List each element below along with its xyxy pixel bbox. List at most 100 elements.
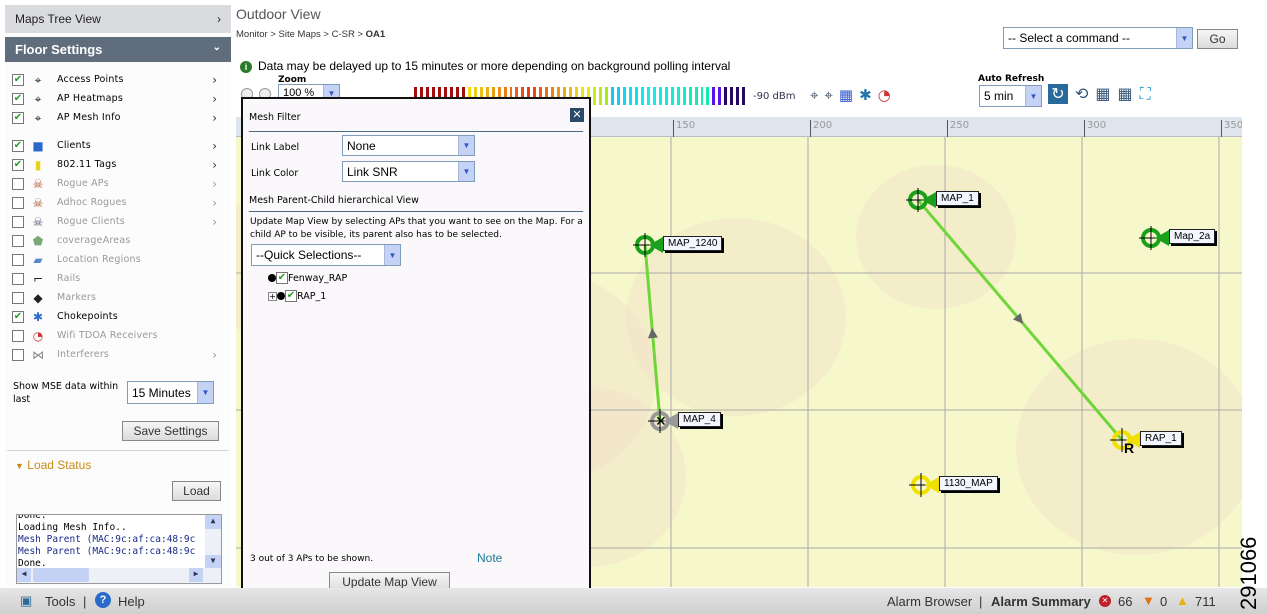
chevron-right-icon[interactable]: › <box>212 73 217 87</box>
layer-item[interactable]: ⌐ Rails <box>5 269 231 288</box>
layer-checkbox[interactable]: ✔ <box>12 73 24 86</box>
save-settings-button[interactable]: Save Settings <box>122 421 219 441</box>
close-icon[interactable]: ✕ <box>570 108 584 122</box>
auto-refresh-select[interactable]: 5 min ▼ <box>979 85 1042 107</box>
horizontal-scrollbar[interactable]: ◀ ▶ <box>17 568 221 583</box>
scroll-down-icon[interactable]: ▼ <box>205 555 221 569</box>
command-select[interactable]: -- Select a command -- ▼ <box>1003 27 1193 49</box>
layer-item[interactable]: ◔ Wifi TDOA Receivers <box>5 326 231 345</box>
expand-icon[interactable]: + <box>268 291 277 301</box>
layer-item[interactable]: ⬟ coverageAreas <box>5 231 231 250</box>
mse-select[interactable]: 15 Minutes ▼ <box>127 381 214 404</box>
vertical-scrollbar[interactable]: ▲ ▼ <box>205 515 221 569</box>
add-chokepoint-icon[interactable]: ✱ <box>859 86 872 104</box>
sync-icon[interactable]: ⟲ <box>1075 84 1088 104</box>
layer-item[interactable]: ⋈ Interferers › <box>5 345 231 364</box>
floor-settings-header[interactable]: Floor Settings ⌄ <box>5 37 231 62</box>
chevron-right-icon[interactable]: › <box>212 196 217 210</box>
layer-item[interactable]: ☠ Adhoc Rogues › <box>5 193 231 212</box>
scale-max-label: -90 dBm <box>753 91 796 102</box>
help-link[interactable]: Help <box>118 594 145 609</box>
layer-checkbox[interactable] <box>12 196 24 209</box>
chevron-right-icon[interactable]: › <box>212 92 217 106</box>
scroll-up-icon[interactable]: ▲ <box>205 515 221 529</box>
load-button[interactable]: Load <box>172 481 221 501</box>
breadcrumb-site-maps[interactable]: Site Maps <box>279 29 321 40</box>
load-status-toggle[interactable]: ▼ Load Status <box>15 458 91 472</box>
layer-checkbox[interactable]: ✔ <box>12 139 24 152</box>
tools-link[interactable]: Tools <box>45 594 75 609</box>
maps-tree-view-header[interactable]: Maps Tree View › <box>5 5 231 33</box>
layer-item[interactable]: ◆ Markers <box>5 288 231 307</box>
add-access-point-icon[interactable]: ⌖ <box>810 86 818 104</box>
ap-label[interactable]: MAP_4 <box>678 412 721 427</box>
add-tag-icon[interactable]: ⌖ <box>824 86 832 104</box>
chevron-right-icon[interactable]: › <box>212 139 217 153</box>
tree-checkbox[interactable]: ✔ <box>285 290 297 302</box>
layer-checkbox[interactable] <box>12 291 24 304</box>
layer-item[interactable]: ✔ ⌖ AP Heatmaps › <box>5 89 231 108</box>
add-grid-icon[interactable]: ▦ <box>839 86 853 104</box>
ap-label[interactable]: 1130_MAP <box>939 476 998 491</box>
chevron-right-icon[interactable]: › <box>212 348 217 362</box>
layer-item[interactable]: ✔ ■ Clients › <box>5 136 231 155</box>
layer-item[interactable]: ✔ ✱ Chokepoints <box>5 307 231 326</box>
link-label-select[interactable]: None ▼ <box>342 135 475 156</box>
scroll-left-icon[interactable]: ◀ <box>17 568 31 582</box>
major-count[interactable]: 0 <box>1160 594 1167 609</box>
scroll-right-icon[interactable]: ▶ <box>189 568 203 582</box>
chevron-right-icon: › <box>217 12 221 26</box>
scroll-thumb[interactable] <box>33 568 89 582</box>
layer-checkbox[interactable]: ✔ <box>12 111 24 124</box>
fullscreen-icon[interactable]: ⛶ <box>1140 84 1151 104</box>
load-log[interactable]: Done. Loading Mesh Info.. Mesh Parent (M… <box>16 514 222 584</box>
alarm-browser-link[interactable]: Alarm Browser <box>887 594 972 609</box>
divider <box>7 450 229 451</box>
breadcrumb-c-sr[interactable]: C-SR <box>332 29 355 40</box>
ap-label[interactable]: MAP_1 <box>936 191 979 206</box>
ap-label[interactable]: MAP_1240 <box>663 236 723 251</box>
layer-label: Rogue Clients <box>57 216 125 227</box>
map-mark: ✕ <box>655 414 667 430</box>
add-wifi-tdoa-icon[interactable]: ◔ <box>878 86 891 104</box>
critical-count[interactable]: 66 <box>1118 594 1132 609</box>
refresh-icon[interactable]: ↻ <box>1048 84 1068 104</box>
alarm-summary-link[interactable]: Alarm Summary <box>991 594 1091 609</box>
ap-label[interactable]: Map_2a <box>1169 229 1216 244</box>
layer-checkbox[interactable]: ✔ <box>12 92 24 105</box>
layer-item[interactable]: ▰ Location Regions <box>5 250 231 269</box>
layer-checkbox[interactable] <box>12 177 24 190</box>
layer-checkbox[interactable] <box>12 253 24 266</box>
grid-settings-icon[interactable]: ▦ <box>1118 84 1133 104</box>
minor-count[interactable]: 711 <box>1195 594 1216 609</box>
layer-item[interactable]: ☠ Rogue Clients › <box>5 212 231 231</box>
chevron-right-icon[interactable]: › <box>212 158 217 172</box>
tree-checkbox[interactable]: ✔ <box>276 272 288 284</box>
tdoa-receiver-icon: ◔ <box>32 328 44 343</box>
client-icon: ■ <box>32 138 44 153</box>
layer-checkbox[interactable]: ✔ <box>12 158 24 171</box>
chevron-right-icon[interactable]: › <box>212 111 217 125</box>
ap-dot-icon <box>277 292 285 300</box>
go-button[interactable]: Go <box>1197 29 1238 49</box>
layer-item[interactable]: ✔ ⌖ Access Points › <box>5 70 231 89</box>
layer-checkbox[interactable] <box>12 234 24 247</box>
layer-checkbox[interactable]: ✔ <box>12 310 24 323</box>
link-color-select[interactable]: Link SNR ▼ <box>342 161 475 182</box>
marker-icon: ◆ <box>33 290 43 305</box>
layer-checkbox[interactable] <box>12 215 24 228</box>
edit-grid-icon[interactable]: ▦ <box>1095 84 1110 104</box>
chevron-right-icon[interactable]: › <box>212 215 217 229</box>
layer-checkbox[interactable] <box>12 272 24 285</box>
layer-item[interactable]: ✔ ⌖ AP Mesh Info › <box>5 108 231 127</box>
scale-segment <box>616 87 620 105</box>
ap-label[interactable]: RAP_1 <box>1140 431 1182 446</box>
quick-selections-select[interactable]: --Quick Selections-- ▼ <box>251 244 401 266</box>
breadcrumb-monitor[interactable]: Monitor <box>236 29 268 40</box>
chevron-right-icon[interactable]: › <box>212 177 217 191</box>
layer-checkbox[interactable] <box>12 348 24 361</box>
layer-item[interactable]: ✔ ▮ 802.11 Tags › <box>5 155 231 174</box>
layer-checkbox[interactable] <box>12 329 24 342</box>
layer-item[interactable]: ☠ Rogue APs › <box>5 174 231 193</box>
note-link[interactable]: Note <box>477 551 502 565</box>
